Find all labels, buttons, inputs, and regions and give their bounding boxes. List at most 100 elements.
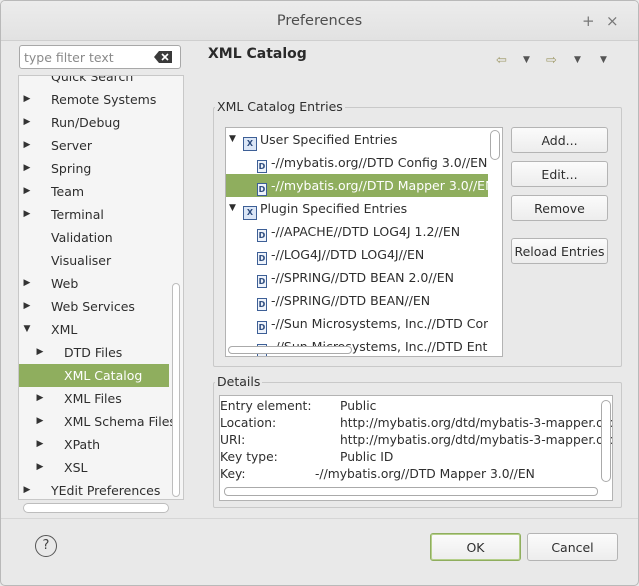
entries-vertical-scrollbar[interactable]	[490, 130, 500, 160]
dtd-file-icon: D	[257, 298, 267, 311]
catalog-entries-tree[interactable]: D-//Sun Microsystems, Inc.//DTD Enterpri…	[225, 127, 503, 357]
catalog-entry-row[interactable]: D -//Sun Microsystems, Inc.//DTD Connecto…	[226, 312, 488, 335]
tree-item[interactable]: ▶ XML Schema Files	[19, 410, 176, 433]
collapsed-arrow-icon[interactable]: ▶	[35, 456, 45, 479]
add-button[interactable]: Add...	[511, 127, 608, 153]
catalog-entry-row[interactable]: D -//mybatis.org//DTD Config 3.0//EN	[226, 151, 488, 174]
dtd-file-icon: D	[257, 183, 267, 196]
remove-button[interactable]: Remove	[511, 195, 608, 221]
dtd-file-icon: D	[257, 229, 267, 242]
filter-input[interactable]	[24, 48, 148, 66]
collapsed-arrow-icon[interactable]: ▶	[22, 111, 32, 134]
tree-item[interactable]: ▶ Terminal	[19, 203, 169, 226]
tree-item[interactable]: ▶ Web Services	[19, 295, 169, 318]
tree-item[interactable]: ▶ Remote Systems	[19, 88, 169, 111]
entry-label: Plugin Specified Entries	[260, 201, 408, 216]
tree-item[interactable]: ▶ XML Files	[19, 387, 169, 410]
collapsed-arrow-icon[interactable]: ▶	[22, 157, 32, 180]
catalog-entry-row[interactable]: D -//LOG4J//DTD LOG4J//EN	[226, 243, 488, 266]
tree-item[interactable]: ▶ DTD Files	[19, 341, 169, 364]
tree-item-label: XSL	[64, 460, 88, 475]
tree-item[interactable]: Validation	[19, 226, 169, 249]
dtd-file-icon: D	[257, 275, 267, 288]
maximize-icon[interactable]: +	[582, 12, 595, 30]
tree-item-label: Terminal	[51, 207, 104, 222]
catalog-category-row[interactable]: ▼ X User Specified Entries	[226, 128, 488, 151]
back-arrow-icon[interactable]: ⇦	[496, 53, 507, 68]
view-menu-icon[interactable]: ▼	[600, 55, 607, 65]
collapsed-arrow-icon[interactable]: ▶	[22, 203, 32, 226]
title-bar: Preferences + ×	[1, 1, 638, 41]
close-icon[interactable]: ×	[606, 12, 619, 30]
tree-item[interactable]: ▶ Run/Debug	[19, 111, 169, 134]
tree-item[interactable]: ▶ YEdit Preferences	[19, 479, 169, 499]
catalog-entry-row[interactable]: D -//mybatis.org//DTD Mapper 3.0//EN	[226, 174, 488, 197]
entries-horizontal-scrollbar[interactable]	[228, 346, 352, 354]
help-icon[interactable]: ?	[35, 535, 57, 557]
back-menu-chevron-icon[interactable]: ▼	[523, 55, 530, 65]
clear-filter-icon[interactable]	[154, 51, 172, 63]
dtd-file-icon: D	[257, 160, 267, 173]
forward-arrow-icon[interactable]: ⇨	[546, 53, 557, 68]
preference-tree[interactable]: Quick Search ▶ Remote Systems ▶ Run/Debug ▶ Se…	[18, 75, 184, 500]
collapsed-arrow-icon[interactable]: ▶	[35, 433, 45, 456]
entry-label: -//LOG4J//DTD LOG4J//EN	[271, 247, 425, 262]
expanded-arrow-icon[interactable]: ▼	[229, 128, 236, 151]
tree-item-label: XML	[51, 322, 78, 337]
details-key: Location:	[220, 416, 277, 430]
details-label: Details	[215, 374, 263, 389]
cancel-button[interactable]: Cancel	[527, 533, 618, 561]
catalog-category-row[interactable]: ▼ X Plugin Specified Entries	[226, 197, 488, 220]
dtd-file-icon: D	[257, 321, 267, 334]
expanded-arrow-icon[interactable]: ▼	[22, 318, 32, 341]
details-key: Entry element:	[220, 399, 312, 413]
entry-label: -//mybatis.org//DTD Config 3.0//EN	[271, 155, 488, 170]
tree-item-label: Server	[51, 138, 92, 153]
tree-item[interactable]: ▶ XSL	[19, 456, 169, 479]
collapsed-arrow-icon[interactable]: ▶	[22, 295, 32, 318]
details-key: Key:	[220, 467, 246, 481]
collapsed-arrow-icon[interactable]: ▶	[35, 410, 45, 433]
collapsed-arrow-icon[interactable]: ▶	[22, 272, 32, 295]
details-row: Key: -//mybatis.org//DTD Mapper 3.0//EN	[220, 466, 598, 483]
tree-item[interactable]: ▶ XPath	[19, 433, 169, 456]
window-title: Preferences	[276, 13, 363, 29]
tree-vertical-scrollbar[interactable]	[172, 283, 180, 497]
collapsed-arrow-icon[interactable]: ▶	[35, 387, 45, 410]
tree-item[interactable]: ▶ Spring	[19, 157, 169, 180]
tree-item[interactable]: Quick Search	[19, 76, 169, 88]
filter-field[interactable]	[19, 45, 181, 69]
collapsed-arrow-icon[interactable]: ▶	[22, 88, 32, 111]
tree-item[interactable]: XML Catalog	[19, 364, 169, 387]
catalog-entry-row[interactable]: D -//APACHE//DTD LOG4J 1.2//EN	[226, 220, 488, 243]
tree-item-label: XML Schema Files	[64, 414, 176, 429]
collapsed-arrow-icon[interactable]: ▶	[22, 180, 32, 203]
reload-entries-button[interactable]: Reload Entries	[511, 238, 608, 264]
ok-button[interactable]: OK	[430, 533, 521, 561]
tree-item[interactable]: ▶ Server	[19, 134, 169, 157]
details-horizontal-scrollbar[interactable]	[224, 487, 598, 496]
tree-item[interactable]: ▼ XML	[19, 318, 169, 341]
tree-item-label: XPath	[64, 437, 101, 452]
entry-label: -//mybatis.org//DTD Mapper 3.0//EN	[271, 178, 488, 193]
collapsed-arrow-icon[interactable]: ▶	[22, 479, 32, 499]
details-key: Key type:	[220, 450, 278, 464]
edit-button[interactable]: Edit...	[511, 161, 608, 187]
catalog-entry-row[interactable]: D -//SPRING//DTD BEAN 2.0//EN	[226, 266, 488, 289]
tree-item[interactable]: Visualiser	[19, 249, 169, 272]
details-row: Key type: Public ID	[220, 449, 598, 466]
details-value: -//mybatis.org//DTD Mapper 3.0//EN	[315, 467, 535, 481]
tree-item[interactable]: ▶ Web	[19, 272, 169, 295]
collapsed-arrow-icon[interactable]: ▶	[22, 134, 32, 157]
forward-menu-chevron-icon[interactable]: ▼	[574, 55, 581, 65]
expanded-arrow-icon[interactable]: ▼	[229, 197, 236, 220]
tree-item-label: Spring	[51, 161, 92, 176]
collapsed-arrow-icon[interactable]: ▶	[35, 341, 45, 364]
details-vertical-scrollbar[interactable]	[601, 400, 611, 482]
catalog-entry-row[interactable]: D -//SPRING//DTD BEAN//EN	[226, 289, 488, 312]
tree-item-label: Team	[51, 184, 85, 199]
tree-item-label: Visualiser	[51, 253, 112, 268]
tree-horizontal-scrollbar[interactable]	[23, 503, 169, 513]
preferences-window: Preferences + × Quick Search ▶ Remote Syst…	[0, 0, 639, 586]
tree-item[interactable]: ▶ Team	[19, 180, 169, 203]
